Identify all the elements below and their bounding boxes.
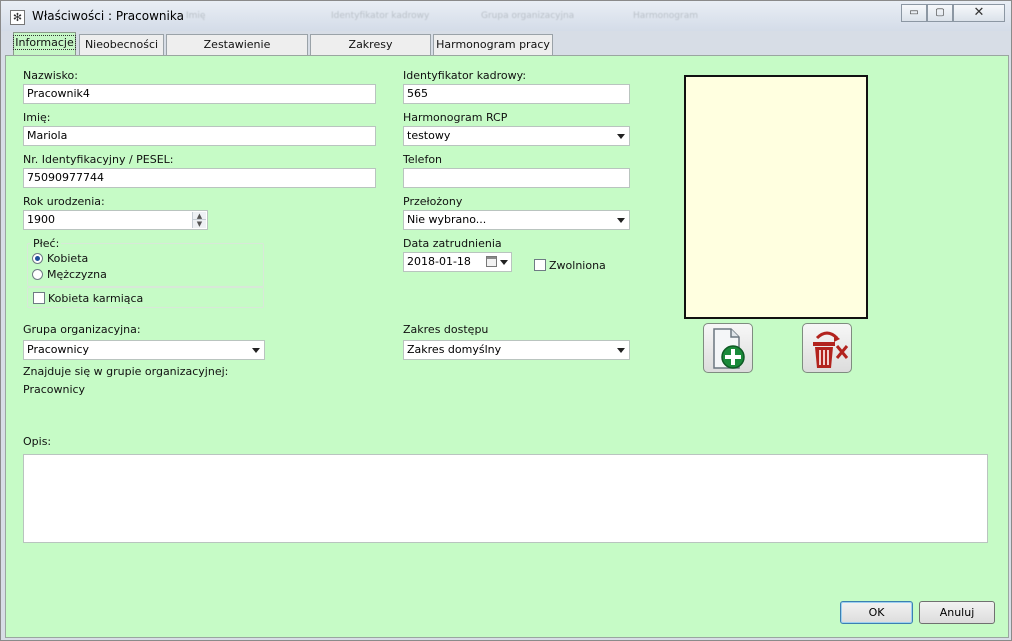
opis-label: Opis:	[23, 435, 52, 448]
kobieta-karmiaca-checkbox[interactable]	[33, 292, 45, 304]
grupa-label: Grupa organizacyjna:	[23, 323, 141, 336]
przelozony-value: Nie wybrano...	[407, 213, 487, 226]
kobieta-radio[interactable]	[32, 253, 43, 264]
properties-window: ✻ Właściwości : Pracownika Imię Identyfi…	[0, 0, 1012, 641]
chevron-down-icon	[617, 134, 625, 139]
background-header-item: Grupa organizacyjna	[481, 11, 575, 21]
add-photo-button[interactable]	[703, 323, 753, 373]
pesel-label: Nr. Identyfikacyjny / PESEL:	[23, 153, 174, 166]
delete-photo-button[interactable]	[802, 323, 852, 373]
background-header-item: Identyfikator kadrowy	[331, 11, 430, 21]
rok-urodzenia-spinner[interactable]: 1900 ▲ ▼	[23, 210, 208, 230]
opis-textarea[interactable]	[23, 454, 988, 543]
calendar-icon[interactable]	[486, 256, 497, 267]
telefon-input[interactable]	[403, 168, 630, 188]
przelozony-label: Przełożony	[403, 195, 463, 208]
znajduje-sie-value: Pracownicy	[23, 383, 86, 396]
employee-photo	[684, 75, 868, 319]
data-zatrudnienia-value: 2018-01-18	[407, 255, 471, 268]
background-header-item: Imię	[186, 11, 206, 21]
close-button[interactable]: ✕	[953, 4, 1005, 22]
pesel-input[interactable]: 75090977744	[23, 168, 376, 188]
maximize-button[interactable]: ▢	[927, 4, 953, 22]
app-icon: ✻	[10, 10, 25, 25]
imie-label: Imię:	[23, 111, 51, 124]
tab-zestawienie-nieobecnosci[interactable]: Zestawienie nieobecności	[166, 34, 308, 71]
data-zatrudnienia-label: Data zatrudnienia	[403, 237, 502, 250]
nazwisko-label: Nazwisko:	[23, 69, 78, 82]
kobieta-karmiaca-label[interactable]: Kobieta karmiąca	[48, 292, 143, 305]
zwolniona-label[interactable]: Zwolniona	[549, 259, 606, 272]
window-title: Właściwości : Pracownika	[32, 9, 184, 23]
spin-up-icon[interactable]: ▲	[193, 212, 206, 220]
add-document-icon	[713, 328, 745, 369]
title-bar[interactable]: ✻ Właściwości : Pracownika Imię Identyfi…	[1, 1, 1011, 31]
ok-button[interactable]: OK	[840, 601, 913, 624]
grupa-select[interactable]: Pracownicy	[23, 340, 265, 360]
spin-down-icon[interactable]: ▼	[193, 220, 206, 228]
chevron-down-icon	[617, 218, 625, 223]
window-controls: ▭ ▢ ✕	[901, 4, 1005, 24]
identyfikator-input[interactable]: 565	[403, 84, 630, 104]
informacje-panel: Nazwisko: Pracownik4 Imię: Mariola Nr. I…	[5, 55, 1009, 638]
imie-input[interactable]: Mariola	[23, 126, 376, 146]
tab-zakresy-nieobecnosci[interactable]: Zakresy nieobecności	[310, 34, 431, 71]
zakres-dostepu-value: Zakres domyślny	[407, 343, 502, 356]
mezczyzna-label[interactable]: Mężczyzna	[47, 268, 107, 281]
zakres-dostepu-label: Zakres dostępu	[403, 323, 489, 336]
grupa-value: Pracownicy	[27, 343, 90, 356]
tab-informacje[interactable]: Informacje	[13, 32, 76, 56]
tab-strip: Informacje Nieobecności Zestawienie nieo…	[5, 31, 1009, 71]
telefon-label: Telefon	[403, 153, 443, 166]
zakres-dostepu-select[interactable]: Zakres domyślny	[403, 340, 630, 360]
nazwisko-input[interactable]: Pracownik4	[23, 84, 376, 104]
background-header-item: Harmonogram	[633, 11, 699, 21]
tab-harmonogram-pracy[interactable]: Harmonogram pracy	[433, 34, 553, 56]
data-zatrudnienia-picker[interactable]: 2018-01-18	[403, 252, 512, 272]
harmonogram-rcp-select[interactable]: testowy	[403, 126, 630, 146]
przelozony-select[interactable]: Nie wybrano...	[403, 210, 630, 230]
identyfikator-label: Identyfikator kadrowy:	[403, 69, 527, 82]
rok-urodzenia-label: Rok urodzenia:	[23, 195, 105, 208]
harmonogram-rcp-label: Harmonogram RCP	[403, 111, 508, 124]
plec-label: Płeć:	[31, 237, 62, 250]
rok-urodzenia-value: 1900	[27, 213, 55, 226]
kobieta-label[interactable]: Kobieta	[47, 252, 88, 265]
chevron-down-icon	[252, 348, 260, 353]
chevron-down-icon[interactable]	[500, 260, 508, 265]
spinner-buttons: ▲ ▼	[192, 212, 206, 228]
zwolniona-checkbox[interactable]	[534, 259, 546, 271]
trash-icon	[813, 331, 849, 368]
mezczyzna-radio[interactable]	[32, 269, 43, 280]
cancel-button[interactable]: Anuluj	[919, 601, 995, 624]
tab-nieobecnosci[interactable]: Nieobecności	[79, 34, 164, 56]
chevron-down-icon	[617, 348, 625, 353]
harmonogram-rcp-value: testowy	[407, 129, 451, 142]
minimize-button[interactable]: ▭	[901, 4, 927, 22]
znajduje-sie-label: Znajduje się w grupie organizacyjnej:	[23, 365, 229, 378]
